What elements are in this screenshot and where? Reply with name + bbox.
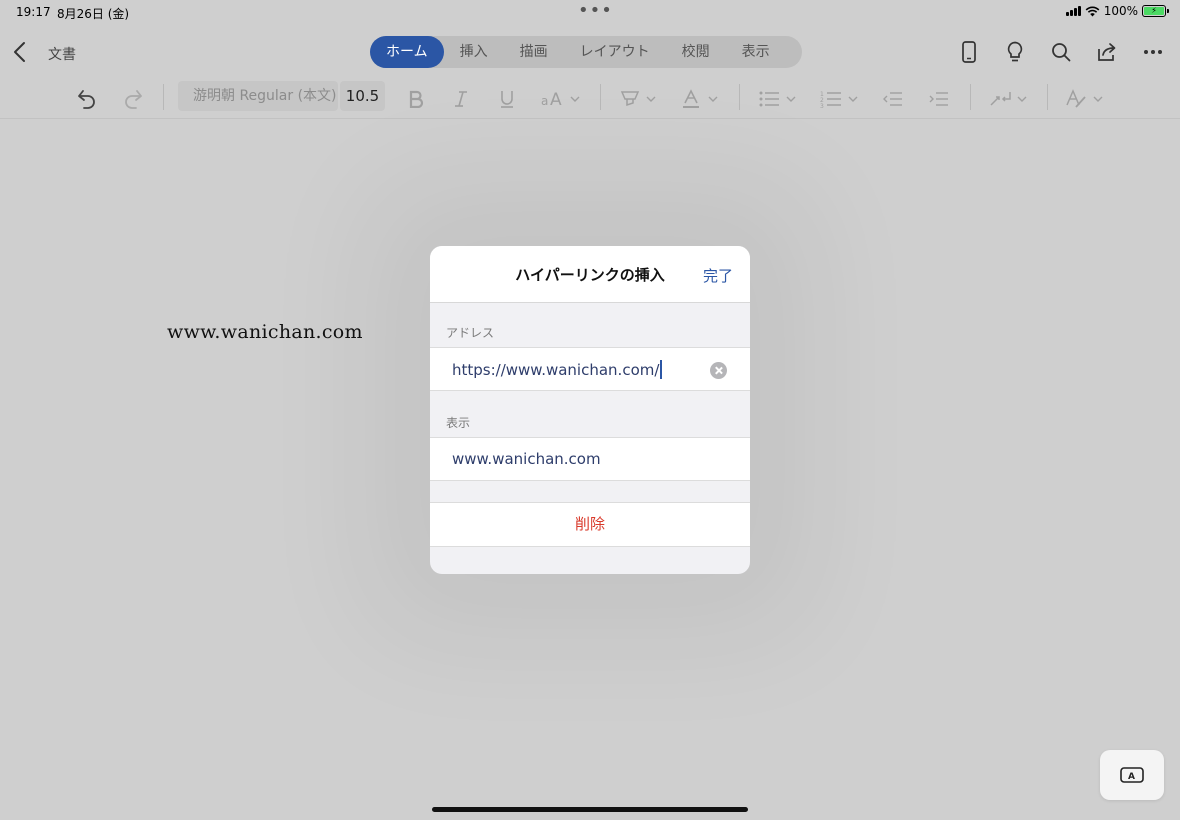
- svg-text:3: 3: [820, 103, 824, 109]
- keyboard-toggle-button[interactable]: A: [1100, 750, 1164, 800]
- address-value: https://www.wanichan.com/: [452, 361, 660, 379]
- keyboard-icon: A: [1120, 767, 1144, 783]
- cellular-signal-icon: [1065, 6, 1081, 16]
- share-icon[interactable]: [1090, 38, 1124, 66]
- text-cursor: [660, 360, 663, 379]
- done-button[interactable]: 完了: [703, 265, 733, 286]
- insert-hyperlink-dialog: ハイパーリンクの挿入 完了 アドレス https://www.wanichan.…: [430, 246, 750, 574]
- italic-icon[interactable]: [450, 84, 472, 114]
- toolbar-divider: [163, 84, 164, 110]
- ribbon-toolbar: 游明朝 Regular (本文) 10.5 aA 123: [0, 80, 1180, 118]
- search-icon[interactable]: [1044, 38, 1078, 66]
- dialog-header: ハイパーリンクの挿入 完了: [430, 246, 750, 303]
- toolbar-divider: [600, 84, 601, 110]
- toolbar-divider: [970, 84, 971, 110]
- tab-insert[interactable]: 挿入: [444, 36, 504, 68]
- tab-review[interactable]: 校閲: [666, 36, 726, 68]
- address-input[interactable]: https://www.wanichan.com/: [452, 360, 663, 379]
- svg-text:A: A: [1128, 772, 1135, 782]
- home-indicator[interactable]: [432, 807, 748, 812]
- title-bar: 文書 ホーム 挿入 描画 レイアウト 校閲 表示: [0, 24, 1180, 80]
- address-label: アドレス: [446, 326, 495, 340]
- document-title[interactable]: 文書: [48, 44, 76, 64]
- svg-text:A: A: [550, 90, 562, 109]
- bold-icon[interactable]: [405, 84, 427, 114]
- lightbulb-icon[interactable]: [998, 38, 1032, 66]
- toolbar-divider: [1047, 84, 1048, 110]
- underline-icon[interactable]: [496, 84, 518, 114]
- status-date: 8月26日 (金): [57, 7, 130, 21]
- tab-view[interactable]: 表示: [726, 36, 786, 68]
- font-size-field[interactable]: 10.5: [340, 81, 385, 111]
- increase-indent-icon[interactable]: [926, 84, 952, 114]
- ribbon-tabs: ホーム 挿入 描画 レイアウト 校閲 表示: [370, 36, 802, 68]
- status-bar: 19:17 8月26日 (金) ••• 100% ⚡: [0, 0, 1180, 24]
- multitasking-dots[interactable]: •••: [578, 0, 613, 21]
- display-text-input[interactable]: www.wanichan.com: [452, 450, 601, 468]
- battery-icon: ⚡: [1142, 5, 1169, 17]
- font-color-icon[interactable]: [680, 84, 722, 114]
- tab-draw[interactable]: 描画: [504, 36, 564, 68]
- numbered-list-icon[interactable]: 123: [819, 84, 861, 114]
- redo-icon[interactable]: [120, 84, 146, 114]
- paragraph-format-icon[interactable]: [988, 84, 1032, 114]
- styles-icon[interactable]: [1064, 84, 1108, 114]
- back-chevron-icon[interactable]: [10, 38, 30, 66]
- font-name-field[interactable]: 游明朝 Regular (本文): [178, 81, 338, 111]
- svg-text:a: a: [541, 94, 548, 108]
- display-label: 表示: [446, 416, 471, 430]
- decrease-indent-icon[interactable]: [880, 84, 906, 114]
- status-time: 19:17: [16, 5, 51, 19]
- tab-home[interactable]: ホーム: [370, 36, 444, 68]
- more-icon[interactable]: [1136, 38, 1170, 66]
- clear-icon[interactable]: [710, 362, 727, 379]
- bullet-list-icon[interactable]: [757, 84, 799, 114]
- toolbar-divider: [739, 84, 740, 110]
- display-text-field[interactable]: www.wanichan.com: [430, 437, 750, 481]
- address-field[interactable]: https://www.wanichan.com/: [430, 347, 750, 391]
- delete-link-button[interactable]: 削除: [430, 502, 750, 547]
- toolbar-bottom-border: [0, 118, 1180, 119]
- battery-percent: 100%: [1103, 4, 1138, 18]
- undo-icon[interactable]: [74, 84, 100, 114]
- document-hyperlink-text[interactable]: www.wanichan.com: [167, 321, 363, 343]
- wifi-icon: [1085, 6, 1100, 16]
- highlighter-icon[interactable]: [618, 84, 660, 114]
- phone-icon[interactable]: [952, 38, 986, 66]
- font-size-change-icon[interactable]: aA: [540, 84, 584, 114]
- tab-layout[interactable]: レイアウト: [564, 36, 666, 68]
